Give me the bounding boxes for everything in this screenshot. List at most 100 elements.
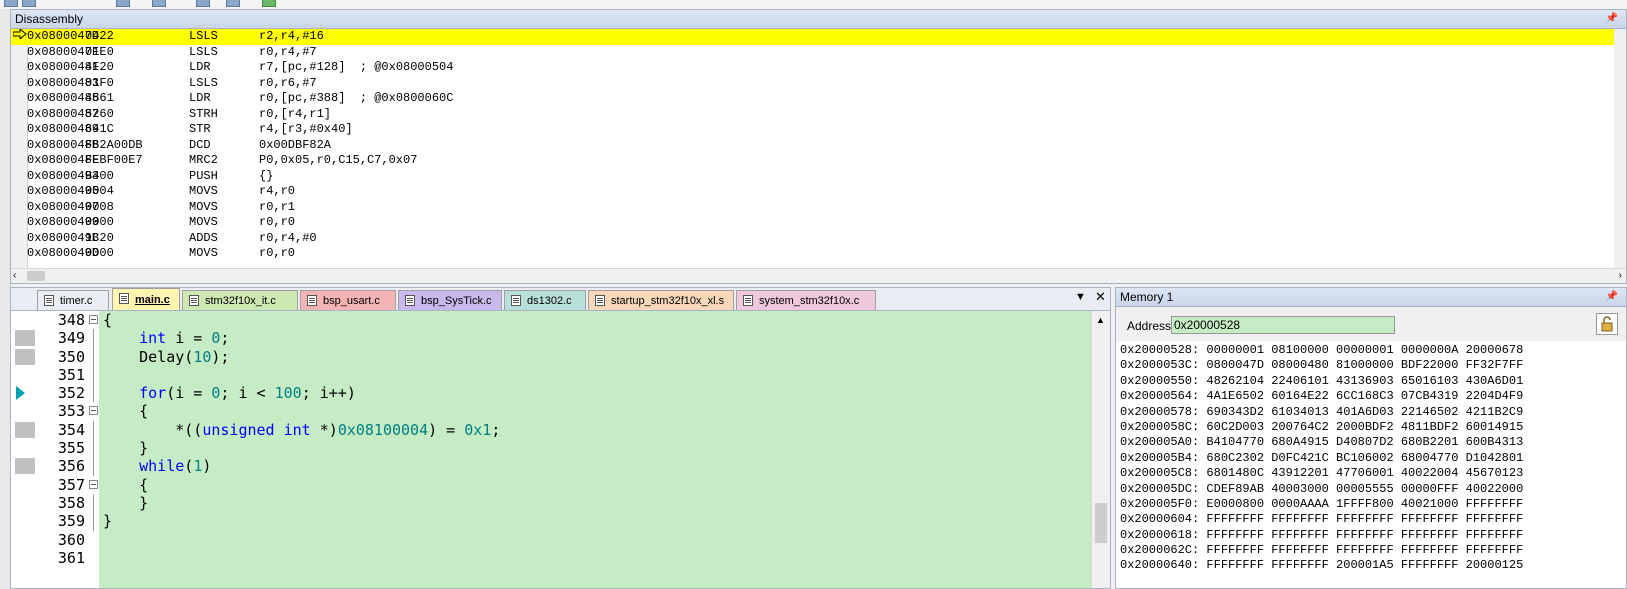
disassembly-row[interactable]: 0x0800047F 01E0 LSLS r0,r4,#7 bbox=[11, 45, 1614, 61]
memory-row[interactable]: 0x200005B4: 680C2302 D0FC421C BC106002 6… bbox=[1116, 451, 1626, 466]
memory-row[interactable]: 0x200005F0: E0000800 0000AAAA 1FFFF800 4… bbox=[1116, 497, 1626, 512]
tab-file[interactable]: bsp_usart.c bbox=[300, 290, 396, 310]
fold-toggle-icon[interactable] bbox=[89, 315, 98, 324]
memory-row[interactable]: 0x20000618: FFFFFFFF FFFFFFFF FFFFFFFF F… bbox=[1116, 528, 1626, 543]
code-line[interactable]: 361 bbox=[11, 549, 1092, 567]
lock-icon[interactable] bbox=[1596, 313, 1618, 335]
scroll-thumb[interactable] bbox=[1095, 503, 1107, 543]
breakpoint-margin[interactable] bbox=[15, 348, 35, 365]
code-line[interactable]: 354 *((unsigned int *)0x08100004) = 0x1; bbox=[11, 420, 1092, 440]
disassembly-row[interactable]: 0x0800048B F82A00DB DCD 0x00DBF82A bbox=[11, 138, 1614, 154]
disassembly-row[interactable]: 0x0800049D 0000 MOVS r0,r0 bbox=[11, 246, 1614, 262]
disassembly-row[interactable]: 0x08000481 4F20 LDR r7,[pc,#128] ; @0x08000… bbox=[11, 60, 1614, 76]
breakpoint-margin[interactable] bbox=[15, 532, 35, 548]
breakpoint-margin[interactable] bbox=[15, 477, 35, 493]
breakpoint-margin[interactable] bbox=[15, 367, 35, 383]
memory-row[interactable]: 0x20000550: 48262104 22406101 43136903 6… bbox=[1116, 374, 1626, 389]
scroll-up-icon[interactable]: ▲ bbox=[1096, 315, 1105, 325]
memory-row[interactable]: 0x20000640: FFFFFFFF FFFFFFFF 200001A5 F… bbox=[1116, 558, 1626, 573]
toolbar-icon[interactable] bbox=[226, 0, 240, 7]
code-line[interactable]: 350 Delay(10); bbox=[11, 347, 1092, 366]
disassembly-row[interactable]: 0x08000499 0000 MOVS r0,r0 bbox=[11, 215, 1614, 231]
pin-icon[interactable]: 📌 bbox=[1606, 291, 1618, 302]
close-tab-icon[interactable]: ✕ bbox=[1095, 289, 1106, 305]
disassembly-vscroll[interactable] bbox=[1614, 29, 1626, 275]
instruction-mnemonic: LSLS bbox=[189, 75, 218, 90]
code-area[interactable]: 348{349 int i = 0; 350 Delay(10); 351 352 f… bbox=[11, 311, 1092, 588]
disassembly-hscroll[interactable]: ‹ › bbox=[11, 268, 1626, 283]
memory-row[interactable]: 0x2000058C: 60C2D003 200764C2 2000BDF2 4… bbox=[1116, 420, 1626, 435]
instruction-mnemonic: LDR bbox=[189, 60, 211, 74]
disassembly-row[interactable]: 0x08000489 641C STR r4,[r3,#0x40] bbox=[11, 122, 1614, 138]
address-input[interactable]: 0x20000528 bbox=[1171, 316, 1395, 334]
code-line[interactable]: 356 while(1) bbox=[11, 457, 1092, 476]
scroll-right-icon[interactable]: › bbox=[1619, 269, 1622, 283]
instruction-operands: r4,[r3,#0x40] bbox=[259, 122, 353, 136]
breakpoint-margin[interactable] bbox=[15, 421, 35, 438]
current-instruction-arrow-icon bbox=[12, 29, 27, 41]
memory-row[interactable]: 0x20000564: 4A1E6502 60164E22 6CC168C3 0… bbox=[1116, 389, 1626, 404]
breakpoint-margin[interactable] bbox=[15, 495, 35, 511]
disassembly-row[interactable]: 0x08000497 0008 MOVS r0,r1 bbox=[11, 200, 1614, 216]
fold-guide bbox=[93, 347, 94, 366]
toolbar-icon[interactable] bbox=[4, 0, 18, 7]
toolbar-icon[interactable] bbox=[196, 0, 210, 7]
tab-file[interactable]: bsp_SysTick.c bbox=[398, 290, 502, 310]
code-line[interactable]: 352 for(i = 0; i < 100; i++) bbox=[11, 384, 1092, 403]
code-line[interactable]: 349 int i = 0; bbox=[11, 329, 1092, 348]
code-line[interactable]: 348 { bbox=[11, 311, 1092, 329]
fold-toggle-icon[interactable] bbox=[89, 406, 98, 416]
memory-row[interactable]: 0x20000528: 00000001 08100000 00000001 0… bbox=[1116, 343, 1626, 358]
memory-row[interactable]: 0x2000053C: 0800047D 08000480 81000000 B… bbox=[1116, 358, 1626, 373]
memory-row[interactable]: 0x200005DC: CDEF89AB 40003000 00005555 0… bbox=[1116, 482, 1626, 497]
scroll-thumb[interactable] bbox=[27, 271, 45, 281]
disassembly-row[interactable]: 0x0800049B 1C20 ADDS r0,r4,#0 bbox=[11, 231, 1614, 247]
code-line[interactable]: 358 } bbox=[11, 493, 1092, 513]
memory-row[interactable]: 0x2000062C: FFFFFFFF FFFFFFFF FFFFFFFF F… bbox=[1116, 543, 1626, 558]
code-line[interactable]: 360 bbox=[11, 531, 1092, 549]
breakpoint-margin[interactable] bbox=[15, 440, 35, 456]
breakpoint-margin[interactable] bbox=[15, 550, 35, 566]
disassembly-row[interactable]: 0x0800048F FEBF00E7 MRC2 P0,0x05,r0,C15,C7,… bbox=[11, 153, 1614, 169]
memory-row[interactable]: 0x200005C8: 6801480C 43912201 47706001 4… bbox=[1116, 466, 1626, 481]
tab-list-dropdown-icon[interactable]: ▼ bbox=[1075, 291, 1086, 303]
code-line[interactable]: 355 } bbox=[11, 439, 1092, 458]
disassembly-row[interactable]: 0x08000483 01F0 LSLS r0,r6,#7 bbox=[11, 76, 1614, 92]
code-line[interactable]: 357 { bbox=[11, 476, 1092, 494]
breakpoint-margin[interactable] bbox=[15, 403, 35, 419]
breakpoint-margin[interactable] bbox=[15, 513, 35, 529]
breakpoint-margin[interactable] bbox=[15, 312, 35, 328]
pin-icon[interactable]: 📌 bbox=[1606, 13, 1618, 24]
fold-guide bbox=[93, 457, 94, 476]
instruction-operands: r0,r1 bbox=[259, 199, 296, 214]
instruction-hex: 4F20 bbox=[85, 60, 114, 74]
fold-toggle-icon[interactable] bbox=[89, 479, 98, 489]
code-text: { bbox=[103, 402, 149, 421]
disassembly-row[interactable]: 0x08000493 B400 PUSH{} bbox=[11, 169, 1614, 185]
disassembly-row[interactable]: 0x0800047D 0422 LSLS r2,r4,#16 bbox=[11, 29, 1614, 45]
disassembly-row[interactable]: 0x08000495 0004 MOVS r4,r0 bbox=[11, 184, 1614, 200]
tab-file[interactable]: stm32f10x_it.c bbox=[182, 290, 298, 310]
editor-vscroll[interactable]: ▲ bbox=[1091, 311, 1110, 588]
code-line[interactable]: 351 bbox=[11, 365, 1092, 385]
code-line[interactable]: 353 { bbox=[11, 402, 1092, 420]
memory-row[interactable]: 0x200005A0: B4104770 680A4915 D40807D2 6… bbox=[1116, 435, 1626, 450]
memory-row[interactable]: 0x20000578: 690343D2 61034013 401A6D03 2… bbox=[1116, 405, 1626, 420]
disassembly-row[interactable]: 0x08000487 5260 STRH r0,[r4,r1] bbox=[11, 107, 1614, 123]
toolbar-icon[interactable] bbox=[116, 0, 130, 7]
code-line[interactable]: 359} bbox=[11, 512, 1092, 531]
instruction-hex: 0000 bbox=[85, 246, 114, 260]
tab-file[interactable]: system_stm32f10x.c bbox=[736, 290, 876, 310]
breakpoint-margin[interactable] bbox=[15, 458, 35, 475]
tab-file[interactable]: timer.c bbox=[37, 290, 109, 310]
scroll-left-icon[interactable]: ‹ bbox=[13, 269, 16, 283]
tab-file[interactable]: ds1302.c bbox=[504, 290, 586, 310]
tab-file[interactable]: startup_stm32f10x_xl.s bbox=[588, 290, 734, 310]
tab-file[interactable]: main.c bbox=[112, 288, 180, 310]
toolbar-icon[interactable] bbox=[22, 0, 36, 7]
memory-row[interactable]: 0x20000604: FFFFFFFF FFFFFFFF FFFFFFFF F… bbox=[1116, 512, 1626, 527]
breakpoint-margin[interactable] bbox=[15, 330, 35, 347]
toolbar-icon[interactable] bbox=[262, 0, 276, 7]
toolbar-icon[interactable] bbox=[152, 0, 166, 7]
disassembly-row[interactable]: 0x08000485 4861 LDR r0,[pc,#388] ; @0x08000… bbox=[11, 91, 1614, 107]
